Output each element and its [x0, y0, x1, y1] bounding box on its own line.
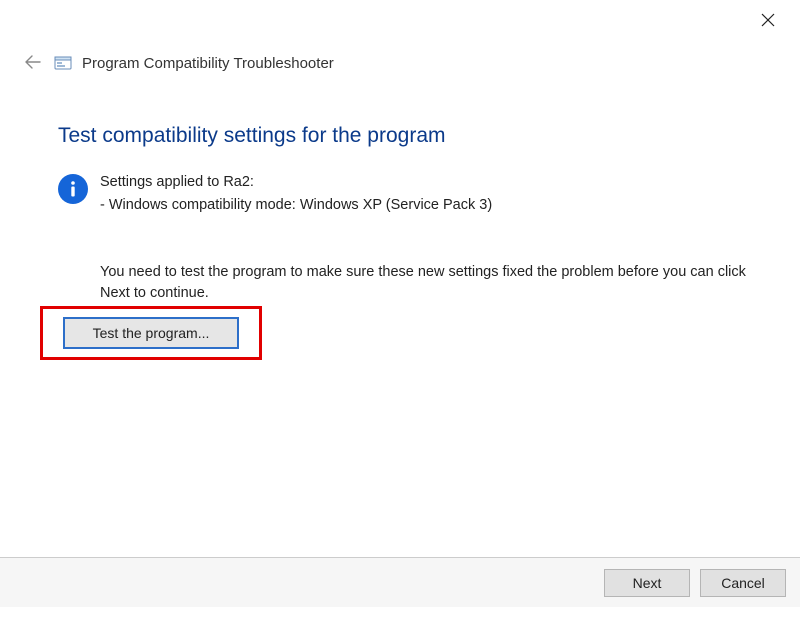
page-title: Test compatibility settings for the prog…: [58, 124, 446, 148]
compat-mode-line: - Windows compatibility mode: Windows XP…: [100, 195, 776, 216]
info-icon: [58, 174, 88, 204]
info-section: Settings applied to Ra2: - Windows compa…: [58, 172, 776, 306]
footer: Next Cancel: [0, 557, 800, 607]
back-button[interactable]: [22, 52, 44, 74]
next-button[interactable]: Next: [604, 569, 690, 597]
close-button[interactable]: [750, 8, 786, 36]
close-icon: [761, 13, 775, 32]
highlight-frame: Test the program...: [40, 306, 262, 360]
app-icon: [54, 54, 72, 72]
cancel-button[interactable]: Cancel: [700, 569, 786, 597]
info-text: Settings applied to Ra2: - Windows compa…: [100, 172, 776, 306]
instruction-text: You need to test the program to make sur…: [100, 262, 776, 304]
app-title: Program Compatibility Troubleshooter: [82, 55, 334, 72]
back-arrow-icon: [25, 55, 41, 72]
header: Program Compatibility Troubleshooter: [22, 52, 334, 74]
test-program-button[interactable]: Test the program...: [63, 317, 239, 349]
settings-applied-line: Settings applied to Ra2:: [100, 172, 776, 193]
